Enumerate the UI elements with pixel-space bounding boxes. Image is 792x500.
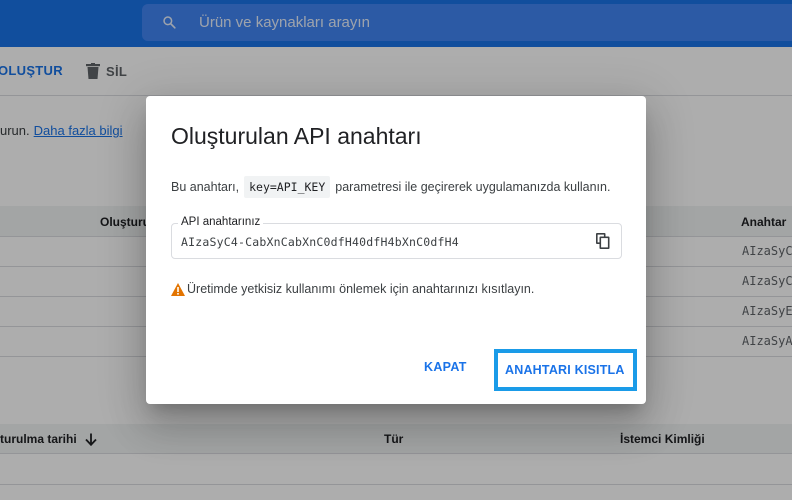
dialog-title: Oluşturulan API anahtarı <box>171 123 422 149</box>
warning-icon <box>171 282 185 296</box>
restrict-warning: Üretimde yetkisiz kullanımı önlemek için… <box>171 282 534 296</box>
warning-text: Üretimde yetkisiz kullanımı önlemek için… <box>187 282 535 296</box>
restrict-key-button[interactable]: ANAHTARI KISITLA <box>494 349 637 391</box>
copy-icon[interactable] <box>596 233 610 249</box>
api-key-dialog: Oluşturulan API anahtarı Bu anahtarı, ke… <box>146 96 646 404</box>
desc-suffix: parametresi ile geçirerek uygulamanızda … <box>335 180 611 194</box>
dialog-description: Bu anahtarı, key=API_KEY parametresi ile… <box>171 176 610 198</box>
close-button[interactable]: KAPAT <box>424 360 467 374</box>
desc-prefix: Bu anahtarı, <box>171 180 240 194</box>
api-key-label: API anahtarınız <box>178 216 264 228</box>
param-code: key=API_KEY <box>244 176 331 198</box>
api-key-field[interactable]: API anahtarınız AIzaSyC4-CabXnCabXnC0dfH… <box>171 216 622 259</box>
restrict-key-label: ANAHTARI KISITLA <box>505 363 625 377</box>
api-key-value[interactable]: AIzaSyC4-CabXnCabXnC0dfH40dfH4bXnC0dfH4 <box>181 235 459 249</box>
